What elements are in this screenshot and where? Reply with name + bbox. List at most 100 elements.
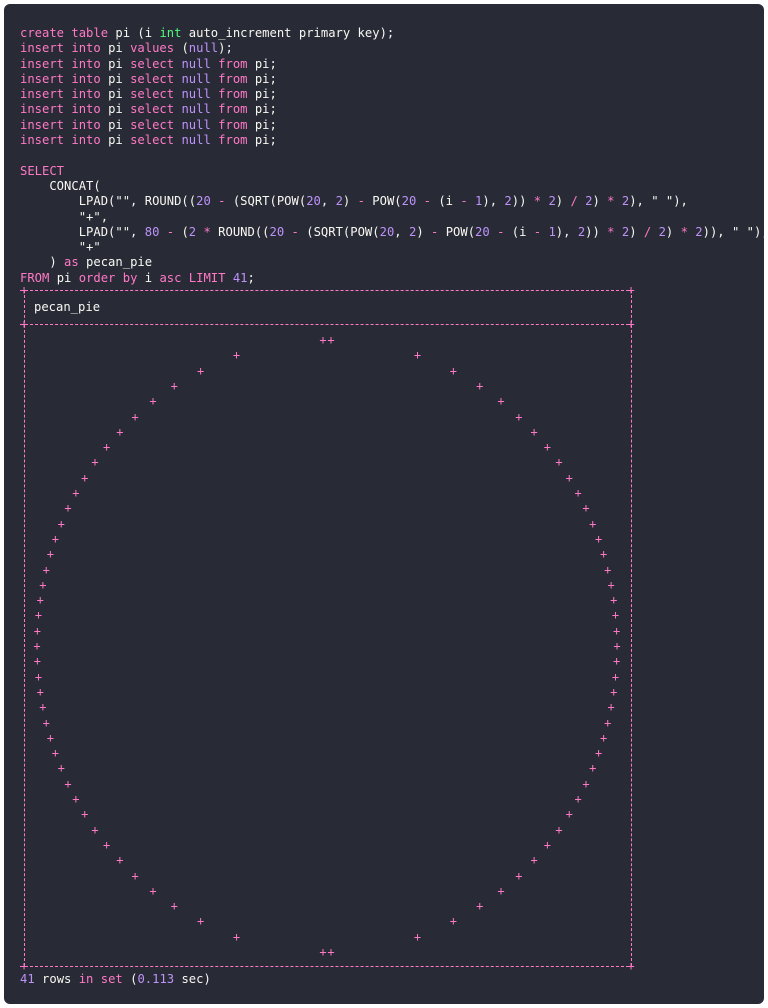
code-token: / — [563, 194, 586, 209]
code-token: * — [526, 194, 549, 209]
code-token: select — [130, 117, 182, 132]
code-token: 41 — [232, 270, 248, 285]
pie-plus-mark: + — [57, 516, 65, 531]
pie-plus-mark: + — [515, 868, 523, 883]
code-line: LPAD("", ROUND((20 - (SQRT(POW(20, 2) - … — [20, 194, 688, 208]
pie-plus-mark: + — [497, 883, 505, 898]
code-token: pi — [108, 133, 131, 148]
code-token: 1 — [548, 224, 556, 239]
code-token: int — [159, 26, 189, 40]
code-line: insert into pi select null from pi; — [20, 87, 277, 101]
pie-plus-mark: + — [232, 929, 241, 944]
pie-plus-mark: + — [613, 654, 621, 669]
pie-plus-mark: + — [530, 853, 538, 868]
code-token: from — [218, 102, 255, 117]
code-token: pi — [108, 102, 131, 117]
code-token: select — [130, 87, 182, 102]
pie-plus-mark: + — [449, 914, 458, 929]
pie-plus-mark: + — [46, 547, 54, 562]
pie-plus-mark: + — [319, 945, 327, 959]
pie-plus-mark: + — [33, 623, 41, 638]
pie-plus-mark: + — [574, 486, 582, 500]
code-token: pi; — [254, 87, 277, 102]
pie-plus-mark: + — [102, 837, 111, 852]
code-token: select — [130, 133, 182, 148]
code-token: - — [423, 224, 446, 239]
pie-plus-mark: + — [34, 608, 43, 623]
pie-plus-mark: + — [149, 394, 157, 409]
code-token: (SQRT(POW( — [232, 194, 307, 209]
code-token: ) — [592, 194, 600, 209]
code-token: from — [218, 133, 255, 148]
pie-plus-mark: + — [574, 792, 582, 806]
code-token: ), " "), — [629, 194, 688, 209]
rows-label: rows — [34, 972, 79, 986]
code-line: ) as pecan_pie — [20, 255, 152, 269]
code-line: "+" — [20, 240, 101, 254]
code-token: 2 — [548, 194, 556, 209]
code-token: pi — [108, 71, 131, 86]
code-token: null — [188, 41, 219, 56]
code-token: - — [453, 194, 476, 209]
pie-plus-mark: + — [543, 837, 551, 852]
pie-plus-mark: + — [610, 684, 618, 699]
pie-plus-mark: + — [170, 378, 178, 393]
code-token: insert into — [20, 133, 109, 148]
code-line: LPAD("", 80 - (2 * ROUND((20 - (SQRT(POW… — [20, 225, 764, 239]
code-token: 2 — [658, 224, 666, 239]
code-token: 20 — [379, 224, 395, 239]
code-line: insert into pi select null from pi; — [20, 57, 277, 71]
pie-plus-mark: + — [413, 348, 422, 363]
code-token: select — [130, 102, 182, 117]
pie-plus-mark: + — [36, 684, 44, 699]
pie-plus-mark: + — [543, 440, 551, 455]
code-token: ) — [629, 224, 637, 239]
pie-plus-mark: + — [565, 807, 573, 822]
pie-plus-mark: + — [613, 623, 621, 638]
code-token: null — [181, 87, 219, 102]
code-token: pi (i — [115, 26, 160, 40]
code-token: insert into — [20, 41, 109, 56]
code-token: table — [71, 26, 116, 40]
code-token: ( — [181, 41, 189, 56]
code-token: (i — [438, 194, 454, 209]
code-line: SELECT — [20, 164, 64, 178]
code-token: pi; — [254, 56, 277, 71]
code-line: insert into pi select null from pi; — [20, 102, 277, 116]
code-token: from — [218, 56, 255, 71]
code-token: ), — [482, 194, 505, 209]
pie-plus-mark: + — [39, 700, 47, 715]
pie-plus-mark: + — [39, 577, 47, 592]
pie-plus-mark: + — [131, 868, 139, 883]
code-token: select — [130, 56, 182, 71]
code-token: ); — [218, 41, 233, 56]
code-token: asc — [159, 270, 189, 285]
pie-plus-mark: + — [595, 531, 603, 546]
query-status-footer: 41 rows in set (0.113 sec) — [20, 972, 211, 986]
pie-plus-mark: + — [196, 914, 205, 929]
sec-label: sec) — [174, 972, 211, 986]
code-token: - — [210, 194, 233, 209]
code-token: null — [181, 102, 219, 117]
pie-plus-mark: + — [34, 669, 43, 684]
sql-code-block: create table pi (i int auto_increment pr… — [20, 26, 764, 286]
code-token: (i — [511, 224, 527, 239]
pie-plus-mark: + — [131, 409, 139, 424]
pie-plus-mark: + — [611, 608, 620, 623]
pie-plus-mark: + — [604, 715, 612, 730]
code-token: pi; — [254, 117, 277, 132]
pie-plus-mark: + — [51, 531, 59, 546]
code-token: 2 — [335, 194, 343, 209]
code-token: LPAD("", ROUND(( — [20, 194, 197, 209]
pie-plus-mark: + — [582, 776, 590, 791]
pie-plus-mark: + — [33, 654, 41, 669]
code-line: insert into pi select null from pi; — [20, 72, 277, 86]
code-token: pi; — [254, 102, 277, 117]
code-token: "+", — [20, 209, 109, 224]
code-token: values — [130, 41, 182, 56]
code-token: 80 — [144, 224, 160, 239]
code-token: insert into — [20, 117, 109, 132]
code-token: * — [673, 224, 696, 239]
code-line: insert into pi select null from pi; — [20, 133, 277, 147]
pie-plus-mark: + — [196, 363, 205, 378]
